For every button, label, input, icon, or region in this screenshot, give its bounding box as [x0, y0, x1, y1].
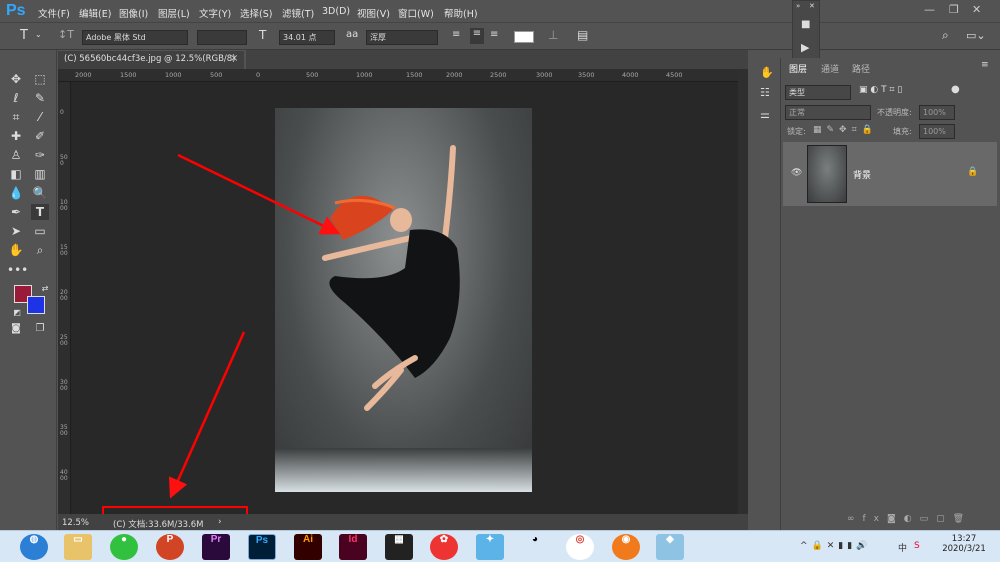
document-size-info[interactable]: (C) 文档:33.6M/33.6M [113, 518, 204, 530]
opacity-field[interactable]: 100% [919, 105, 955, 120]
filter-kind-select[interactable]: 类型 [785, 85, 851, 100]
status-menu-arrow[interactable]: › [218, 517, 222, 527]
layer-row-background[interactable]: 👁 背景 🔒 [783, 142, 997, 206]
chrome-icon[interactable]: ◎ [566, 534, 594, 560]
layers-panel: 图层 通道 路径 ≡ 类型 ▣ ◐ T ⌗ ▯ ● 正常 不透明度: 100% … [780, 58, 1000, 530]
blend-mode-select[interactable]: 正常 [785, 105, 871, 120]
explorer-icon[interactable]: ▭ [64, 534, 92, 560]
illustrator-icon[interactable]: Ai [294, 534, 322, 560]
powerpoint-icon[interactable]: P [156, 534, 184, 560]
windows-taskbar: ◍ ▭ ● P Pr Ps Ai Id ▦ ✿ ✦ ◕ ◎ ◉ ◆ ^🔒✕▮▮🔊… [0, 530, 1000, 562]
status-bar: 12.5% (C) 文档:33.6M/33.6M › [58, 514, 748, 530]
clock-time: 13:27 [951, 534, 977, 544]
sogou-icon[interactable]: S [914, 541, 920, 551]
qq-icon[interactable]: ◕ [521, 534, 549, 560]
eye-icon[interactable]: 👁 [791, 168, 802, 178]
layer-actions-icons[interactable]: ∞fx◙◐▭▢🗑 [847, 514, 972, 524]
tray-icons[interactable]: ^🔒✕▮▮🔊 [800, 541, 871, 551]
fill-label: 填充: [893, 127, 912, 136]
layer-thumbnail [807, 145, 847, 203]
pinwheel-icon[interactable]: ✿ [430, 534, 458, 560]
vertical-scrollbar[interactable] [738, 69, 748, 514]
lock-icons[interactable]: ▦✎✥⌗🔒 [813, 125, 878, 135]
sliders-icon[interactable]: ⚌ [760, 108, 770, 121]
adjust-icon[interactable]: ✋ [760, 66, 774, 79]
premiere-icon[interactable]: Pr [202, 534, 230, 560]
photoshop-taskbar-icon[interactable]: Ps [248, 534, 276, 560]
bird-icon[interactable]: ✦ [476, 534, 504, 560]
opacity-label: 不透明度: [877, 108, 912, 117]
tab-paths[interactable]: 路径 [852, 62, 870, 75]
clock[interactable]: 13:27 2020/3/21 [942, 534, 986, 554]
filter-icons[interactable]: ▣ ◐ T ⌗ ▯ [859, 85, 902, 95]
tab-layers[interactable]: 图层 [789, 62, 807, 75]
lock-icon[interactable]: 🔒 [967, 167, 978, 177]
annotation-arrow-photo [177, 153, 341, 235]
filter-toggle-icon[interactable]: ● [951, 84, 960, 95]
layer-name[interactable]: 背景 [853, 168, 871, 181]
panel-menu-icon[interactable]: ≡ [981, 60, 989, 70]
wechat-icon[interactable]: ● [110, 534, 138, 560]
clock-date: 2020/3/21 [942, 544, 986, 554]
tab-channels[interactable]: 通道 [821, 62, 839, 75]
ime-icon[interactable]: 中 [898, 541, 907, 554]
app-icon[interactable]: ◆ [656, 534, 684, 560]
panel-icon-strip: ✋ ☷ ⚌ [752, 50, 780, 530]
start-icon[interactable]: ◍ [20, 534, 48, 560]
video-editor-icon[interactable]: ▦ [385, 534, 413, 560]
browser-icon[interactable]: ◉ [612, 534, 640, 560]
fill-field[interactable]: 100% [919, 124, 955, 139]
zoom-level[interactable]: 12.5% [62, 518, 89, 528]
annotation-arrow-status [168, 331, 246, 499]
properties-icon[interactable]: ☷ [760, 86, 770, 99]
lock-label: 锁定: [787, 127, 806, 136]
photoshop-window: Ps 文件(F) 编辑(E) 图像(I) 图层(L) 文字(Y) 选择(S) 滤… [0, 0, 1000, 562]
indesign-icon[interactable]: Id [339, 534, 367, 560]
